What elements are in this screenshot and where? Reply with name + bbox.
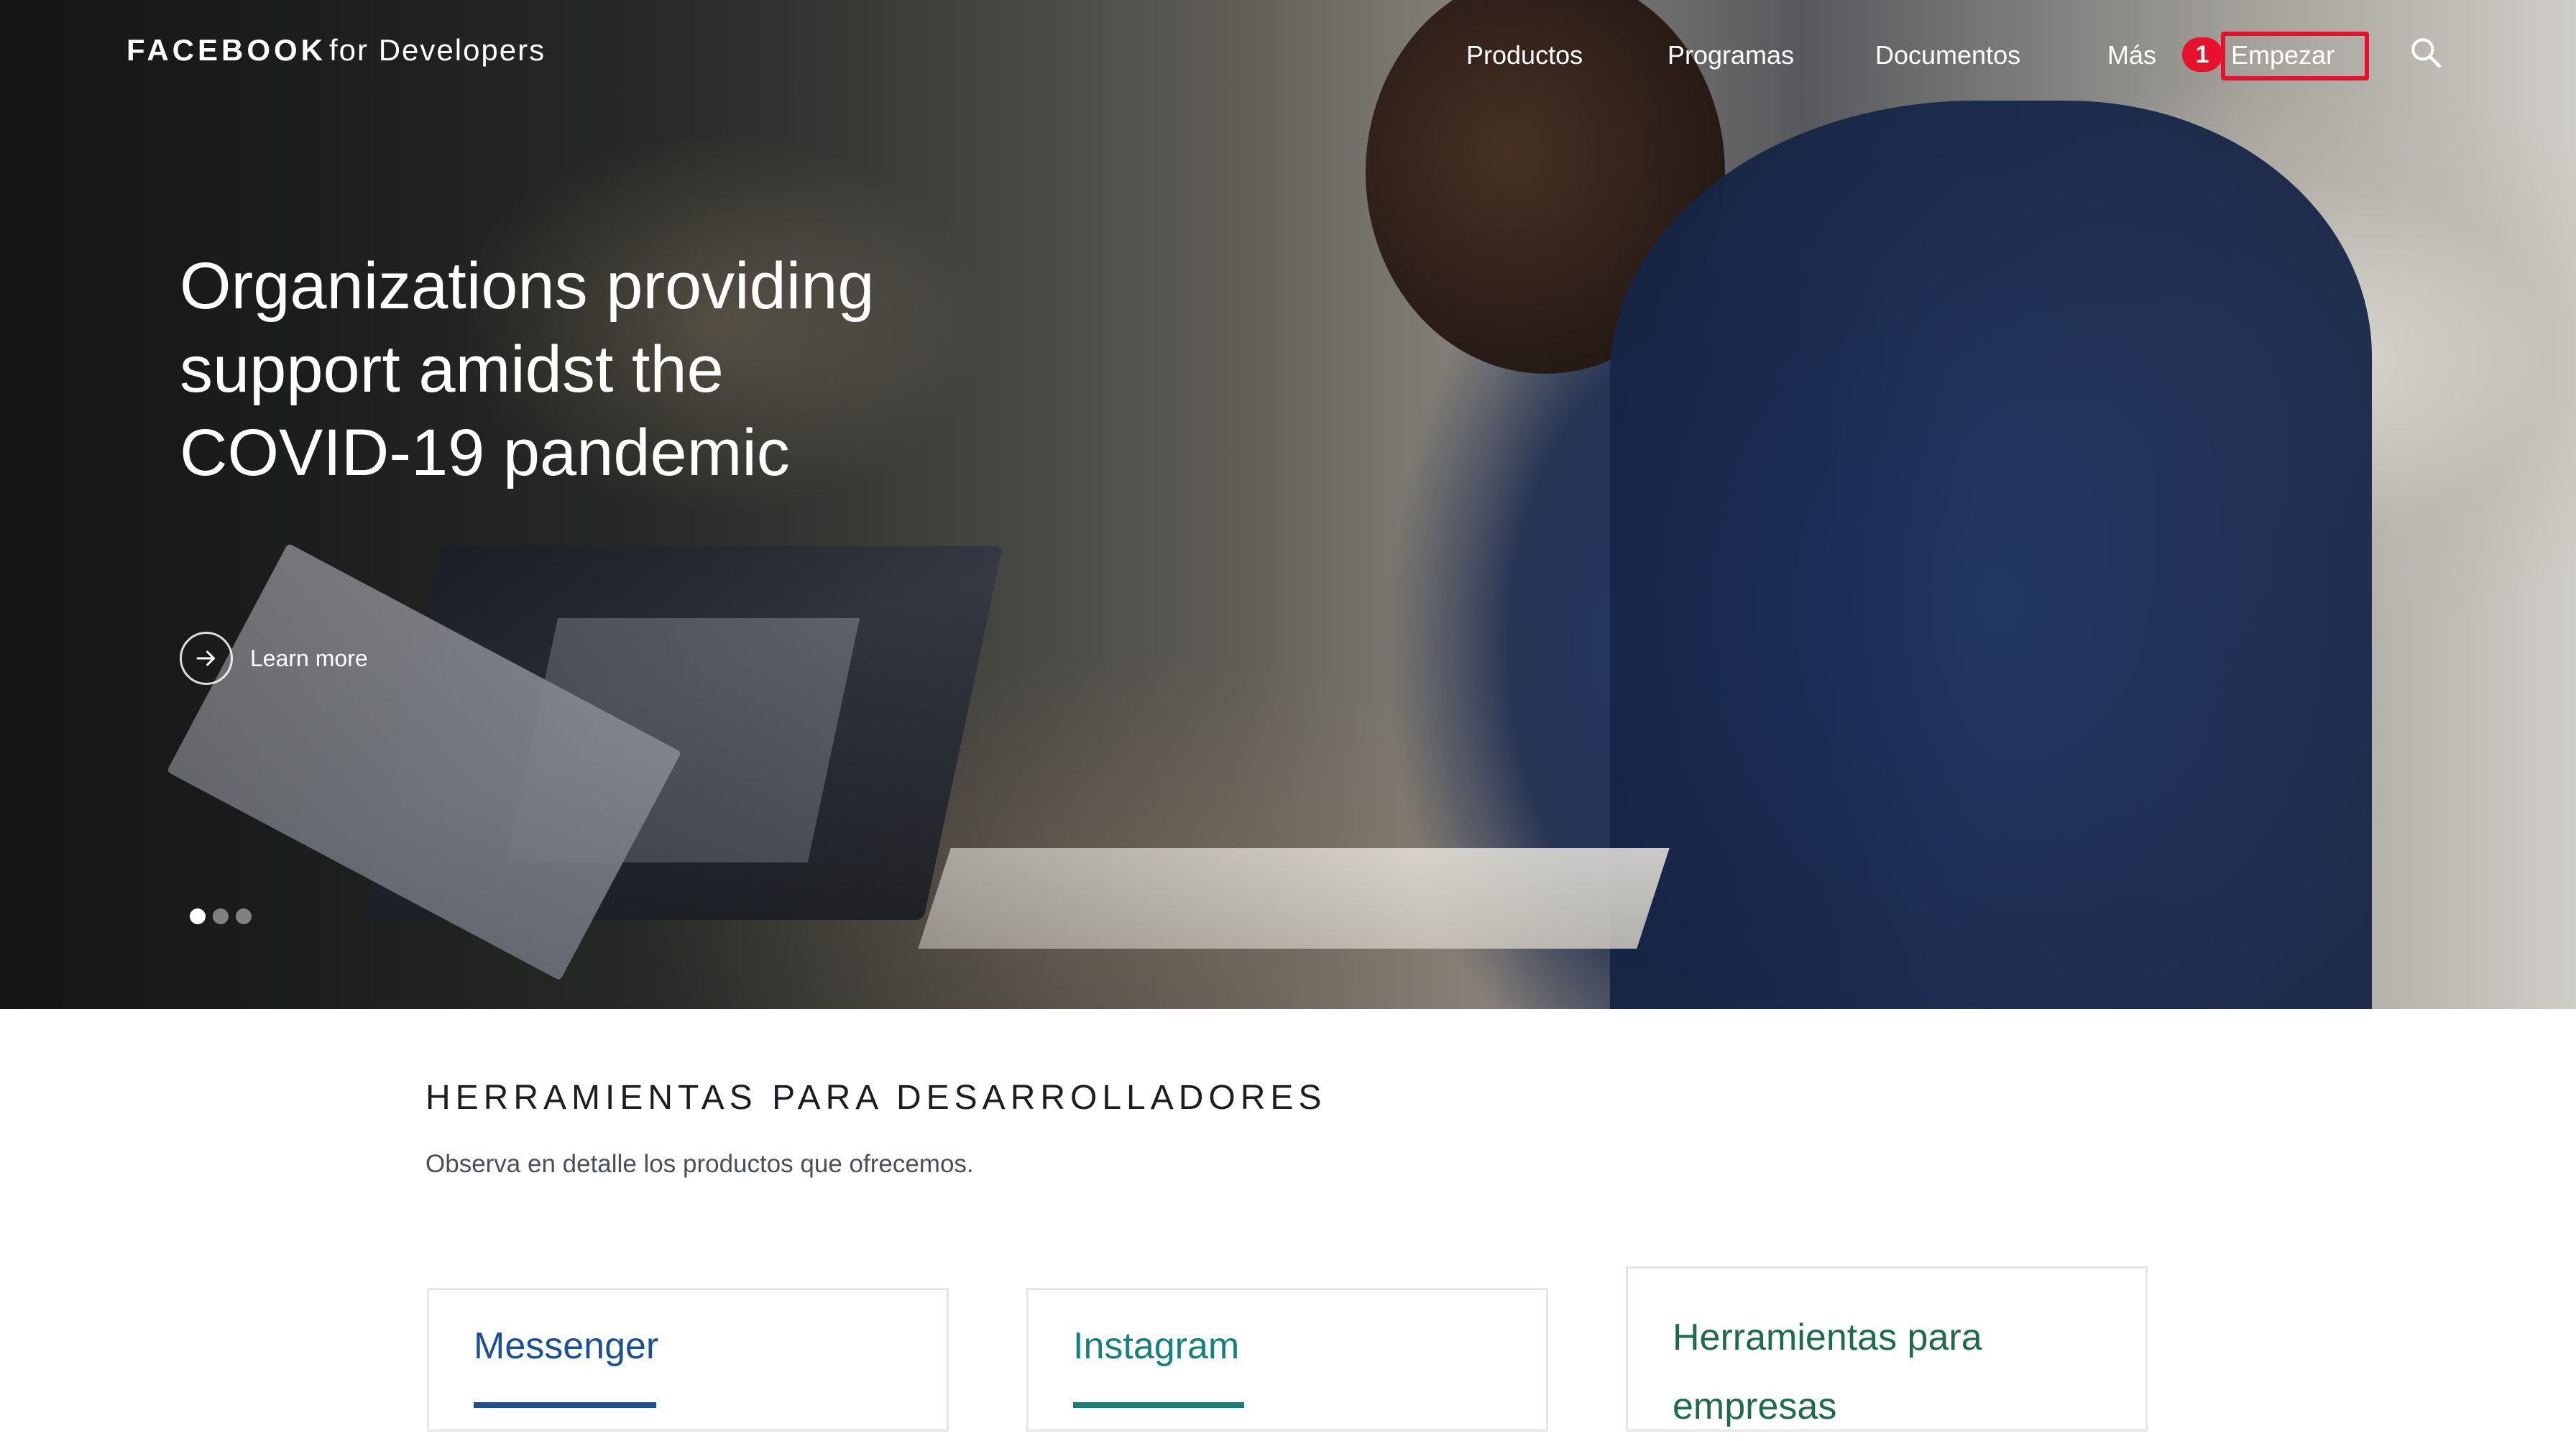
card-title: Messenger xyxy=(474,1325,659,1367)
learn-more-link[interactable]: Learn more xyxy=(180,631,368,686)
learn-more-label: Learn more xyxy=(250,645,368,671)
carousel-dot[interactable] xyxy=(236,908,252,924)
annotation-badge: 1 xyxy=(2182,37,2222,72)
card-title: Herramientas para empresas xyxy=(1673,1317,1982,1427)
section-title: HERRAMIENTAS PARA DESARROLLADORES xyxy=(426,1079,1327,1117)
carousel-dots xyxy=(190,908,252,924)
empezar-button[interactable]: Empezar xyxy=(2231,40,2334,70)
logo-brand: FACEBOOK xyxy=(126,33,327,67)
carousel-dot[interactable] xyxy=(213,908,229,924)
product-card-instagram[interactable]: Instagram xyxy=(1026,1288,1548,1432)
card-underline xyxy=(1073,1402,1244,1408)
product-card-business-tools[interactable]: Herramientas para empresas xyxy=(1626,1266,2148,1432)
carousel-dot[interactable] xyxy=(190,908,206,924)
card-underline xyxy=(474,1402,656,1408)
top-nav: FACEBOOKfor Developers Productos Program… xyxy=(0,0,2576,108)
nav-programas[interactable]: Programas xyxy=(1668,40,1794,70)
section-subtitle: Observa en detalle los productos que ofr… xyxy=(426,1150,974,1178)
logo[interactable]: FACEBOOKfor Developers xyxy=(126,33,546,68)
nav-mas[interactable]: Más xyxy=(2107,40,2156,70)
search-icon[interactable] xyxy=(2408,34,2444,70)
product-card-messenger[interactable]: Messenger xyxy=(427,1288,949,1432)
arrow-right-icon xyxy=(180,632,233,685)
hero-overlay xyxy=(0,0,2576,1009)
card-title: Instagram xyxy=(1073,1325,1240,1367)
logo-sub: for Developers xyxy=(329,33,546,67)
nav-productos[interactable]: Productos xyxy=(1466,40,1583,70)
nav-documentos[interactable]: Documentos xyxy=(1875,40,2020,70)
hero-banner: Organizations providing support amidst t… xyxy=(0,0,2576,1009)
hero-title: Organizations providing support amidst t… xyxy=(180,249,875,489)
